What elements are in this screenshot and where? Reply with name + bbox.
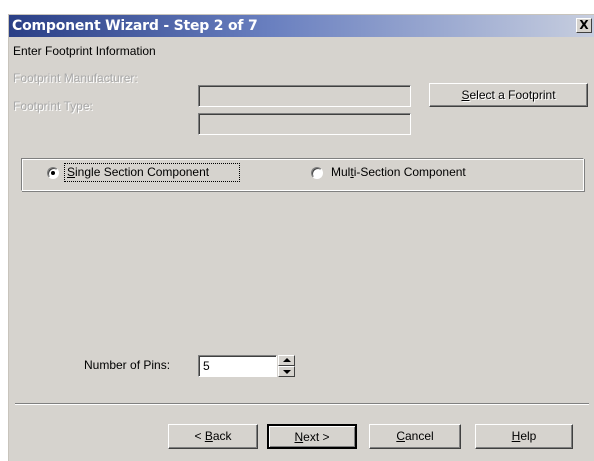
window-title: Component Wizard - Step 2 of 7 [12,18,258,34]
title-bar[interactable]: Component Wizard - Step 2 of 7 X [9,15,594,37]
section-heading: Enter Footprint Information [13,44,156,58]
single-section-mnemonic: S [67,165,76,179]
footer-separator [15,403,589,405]
next-mnemonic: N [294,430,304,444]
single-section-label[interactable]: Single Section Component [67,165,209,179]
number-of-pins-label: Number of Pins: [84,358,171,372]
help-button[interactable]: Help [475,424,573,449]
cancel-mnemonic: C [396,429,405,443]
back-prefix: < [194,429,205,443]
spin-up-button[interactable] [278,355,295,366]
footprint-manufacturer-label: Footprint Manufacturer: [13,71,138,85]
multi-section-rest: i-Section Component [353,165,466,179]
multi-section-radio[interactable] [311,167,323,179]
spin-down-button[interactable] [278,366,295,377]
spin-up-arrow-icon [283,358,291,362]
back-rest: ack [212,429,232,443]
next-rest: ext > [303,430,330,444]
close-icon: X [579,18,589,32]
footprint-type-field[interactable] [198,113,411,135]
back-mnemonic: B [204,429,213,443]
single-section-rest: ingle Section Component [75,165,210,179]
help-rest: elp [520,429,537,443]
component-wizard-dialog: Component Wizard - Step 2 of 7 X Enter F… [8,14,594,461]
single-section-radio[interactable] [47,167,59,179]
cancel-button[interactable]: Cancel [369,424,461,449]
back-button[interactable]: < Back [168,424,258,449]
select-footprint-rest: elect a Footprint [469,88,556,102]
footprint-type-label: Footprint Type: [13,99,93,113]
multi-section-prefix: Mul [331,165,351,179]
spin-down-arrow-icon [283,370,291,374]
pins-spinner[interactable] [278,355,295,377]
multi-section-label[interactable]: Multi-Section Component [331,165,466,179]
radio-selected-dot [51,171,55,175]
close-button[interactable]: X [576,18,592,33]
number-of-pins-input[interactable]: 5 [198,355,277,377]
next-button[interactable]: Next > [267,424,357,449]
select-footprint-button[interactable]: Select a Footprint [429,83,588,107]
footprint-manufacturer-field[interactable] [198,85,411,107]
cancel-rest: ancel [404,429,434,443]
number-of-pins-value: 5 [203,359,210,373]
